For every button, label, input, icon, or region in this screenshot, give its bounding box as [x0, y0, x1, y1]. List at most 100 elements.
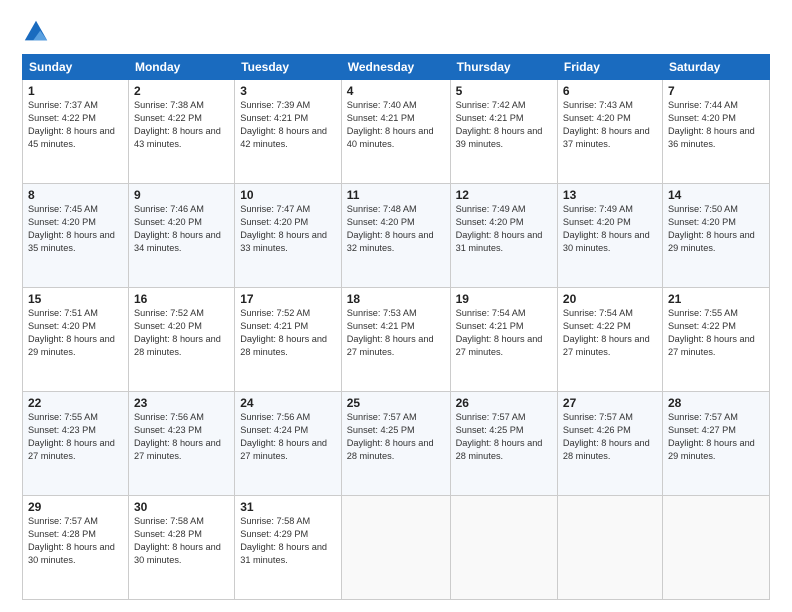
calendar-week-row: 1 Sunrise: 7:37 AM Sunset: 4:22 PM Dayli…: [23, 80, 770, 184]
calendar-cell: 11 Sunrise: 7:48 AM Sunset: 4:20 PM Dayl…: [341, 184, 450, 288]
day-number: 31: [240, 500, 336, 514]
calendar-cell: 21 Sunrise: 7:55 AM Sunset: 4:22 PM Dayl…: [662, 288, 769, 392]
weekday-header-row: SundayMondayTuesdayWednesdayThursdayFrid…: [23, 55, 770, 80]
day-number: 2: [134, 84, 229, 98]
day-number: 26: [456, 396, 552, 410]
calendar-week-row: 29 Sunrise: 7:57 AM Sunset: 4:28 PM Dayl…: [23, 496, 770, 600]
day-info: Sunrise: 7:55 AM Sunset: 4:23 PM Dayligh…: [28, 411, 123, 463]
calendar-cell: 3 Sunrise: 7:39 AM Sunset: 4:21 PM Dayli…: [235, 80, 342, 184]
day-number: 27: [563, 396, 657, 410]
day-info: Sunrise: 7:45 AM Sunset: 4:20 PM Dayligh…: [28, 203, 123, 255]
day-number: 8: [28, 188, 123, 202]
day-number: 28: [668, 396, 764, 410]
day-number: 5: [456, 84, 552, 98]
day-number: 3: [240, 84, 336, 98]
day-info: Sunrise: 7:42 AM Sunset: 4:21 PM Dayligh…: [456, 99, 552, 151]
calendar-cell: 18 Sunrise: 7:53 AM Sunset: 4:21 PM Dayl…: [341, 288, 450, 392]
weekday-header-wednesday: Wednesday: [341, 55, 450, 80]
calendar-cell: 8 Sunrise: 7:45 AM Sunset: 4:20 PM Dayli…: [23, 184, 129, 288]
calendar-cell: 1 Sunrise: 7:37 AM Sunset: 4:22 PM Dayli…: [23, 80, 129, 184]
calendar-cell: 20 Sunrise: 7:54 AM Sunset: 4:22 PM Dayl…: [557, 288, 662, 392]
calendar-cell: 25 Sunrise: 7:57 AM Sunset: 4:25 PM Dayl…: [341, 392, 450, 496]
calendar-week-row: 15 Sunrise: 7:51 AM Sunset: 4:20 PM Dayl…: [23, 288, 770, 392]
day-number: 20: [563, 292, 657, 306]
day-info: Sunrise: 7:56 AM Sunset: 4:24 PM Dayligh…: [240, 411, 336, 463]
calendar-cell: 29 Sunrise: 7:57 AM Sunset: 4:28 PM Dayl…: [23, 496, 129, 600]
calendar-table: SundayMondayTuesdayWednesdayThursdayFrid…: [22, 54, 770, 600]
calendar-cell: 14 Sunrise: 7:50 AM Sunset: 4:20 PM Dayl…: [662, 184, 769, 288]
day-info: Sunrise: 7:56 AM Sunset: 4:23 PM Dayligh…: [134, 411, 229, 463]
calendar-cell: 28 Sunrise: 7:57 AM Sunset: 4:27 PM Dayl…: [662, 392, 769, 496]
calendar-cell: 9 Sunrise: 7:46 AM Sunset: 4:20 PM Dayli…: [128, 184, 234, 288]
day-info: Sunrise: 7:50 AM Sunset: 4:20 PM Dayligh…: [668, 203, 764, 255]
calendar-cell: 19 Sunrise: 7:54 AM Sunset: 4:21 PM Dayl…: [450, 288, 557, 392]
calendar-cell: 22 Sunrise: 7:55 AM Sunset: 4:23 PM Dayl…: [23, 392, 129, 496]
day-number: 4: [347, 84, 445, 98]
weekday-header-friday: Friday: [557, 55, 662, 80]
day-info: Sunrise: 7:58 AM Sunset: 4:28 PM Dayligh…: [134, 515, 229, 567]
day-number: 29: [28, 500, 123, 514]
day-info: Sunrise: 7:44 AM Sunset: 4:20 PM Dayligh…: [668, 99, 764, 151]
day-info: Sunrise: 7:54 AM Sunset: 4:22 PM Dayligh…: [563, 307, 657, 359]
calendar-cell: 23 Sunrise: 7:56 AM Sunset: 4:23 PM Dayl…: [128, 392, 234, 496]
calendar-cell: 4 Sunrise: 7:40 AM Sunset: 4:21 PM Dayli…: [341, 80, 450, 184]
day-number: 21: [668, 292, 764, 306]
day-info: Sunrise: 7:54 AM Sunset: 4:21 PM Dayligh…: [456, 307, 552, 359]
calendar-cell: 2 Sunrise: 7:38 AM Sunset: 4:22 PM Dayli…: [128, 80, 234, 184]
weekday-header-sunday: Sunday: [23, 55, 129, 80]
day-number: 17: [240, 292, 336, 306]
day-info: Sunrise: 7:51 AM Sunset: 4:20 PM Dayligh…: [28, 307, 123, 359]
day-number: 14: [668, 188, 764, 202]
day-number: 25: [347, 396, 445, 410]
day-number: 15: [28, 292, 123, 306]
calendar-cell: 6 Sunrise: 7:43 AM Sunset: 4:20 PM Dayli…: [557, 80, 662, 184]
day-info: Sunrise: 7:46 AM Sunset: 4:20 PM Dayligh…: [134, 203, 229, 255]
calendar-cell: 12 Sunrise: 7:49 AM Sunset: 4:20 PM Dayl…: [450, 184, 557, 288]
day-number: 11: [347, 188, 445, 202]
calendar-cell: [341, 496, 450, 600]
calendar-week-row: 8 Sunrise: 7:45 AM Sunset: 4:20 PM Dayli…: [23, 184, 770, 288]
day-info: Sunrise: 7:57 AM Sunset: 4:26 PM Dayligh…: [563, 411, 657, 463]
day-info: Sunrise: 7:57 AM Sunset: 4:25 PM Dayligh…: [347, 411, 445, 463]
calendar-cell: 5 Sunrise: 7:42 AM Sunset: 4:21 PM Dayli…: [450, 80, 557, 184]
page: SundayMondayTuesdayWednesdayThursdayFrid…: [0, 0, 792, 612]
day-info: Sunrise: 7:53 AM Sunset: 4:21 PM Dayligh…: [347, 307, 445, 359]
calendar-cell: 26 Sunrise: 7:57 AM Sunset: 4:25 PM Dayl…: [450, 392, 557, 496]
calendar-cell: 31 Sunrise: 7:58 AM Sunset: 4:29 PM Dayl…: [235, 496, 342, 600]
calendar-cell: 17 Sunrise: 7:52 AM Sunset: 4:21 PM Dayl…: [235, 288, 342, 392]
header: [22, 18, 770, 46]
calendar-cell: [557, 496, 662, 600]
day-info: Sunrise: 7:52 AM Sunset: 4:20 PM Dayligh…: [134, 307, 229, 359]
day-info: Sunrise: 7:55 AM Sunset: 4:22 PM Dayligh…: [668, 307, 764, 359]
calendar-cell: 27 Sunrise: 7:57 AM Sunset: 4:26 PM Dayl…: [557, 392, 662, 496]
day-number: 18: [347, 292, 445, 306]
calendar-cell: 24 Sunrise: 7:56 AM Sunset: 4:24 PM Dayl…: [235, 392, 342, 496]
weekday-header-monday: Monday: [128, 55, 234, 80]
calendar-cell: [450, 496, 557, 600]
day-info: Sunrise: 7:47 AM Sunset: 4:20 PM Dayligh…: [240, 203, 336, 255]
weekday-header-thursday: Thursday: [450, 55, 557, 80]
day-number: 1: [28, 84, 123, 98]
day-number: 23: [134, 396, 229, 410]
day-info: Sunrise: 7:52 AM Sunset: 4:21 PM Dayligh…: [240, 307, 336, 359]
day-info: Sunrise: 7:58 AM Sunset: 4:29 PM Dayligh…: [240, 515, 336, 567]
day-info: Sunrise: 7:38 AM Sunset: 4:22 PM Dayligh…: [134, 99, 229, 151]
day-number: 19: [456, 292, 552, 306]
day-number: 22: [28, 396, 123, 410]
calendar-week-row: 22 Sunrise: 7:55 AM Sunset: 4:23 PM Dayl…: [23, 392, 770, 496]
calendar-cell: 30 Sunrise: 7:58 AM Sunset: 4:28 PM Dayl…: [128, 496, 234, 600]
day-info: Sunrise: 7:57 AM Sunset: 4:27 PM Dayligh…: [668, 411, 764, 463]
day-number: 10: [240, 188, 336, 202]
calendar-cell: 10 Sunrise: 7:47 AM Sunset: 4:20 PM Dayl…: [235, 184, 342, 288]
day-number: 6: [563, 84, 657, 98]
day-info: Sunrise: 7:57 AM Sunset: 4:28 PM Dayligh…: [28, 515, 123, 567]
day-info: Sunrise: 7:37 AM Sunset: 4:22 PM Dayligh…: [28, 99, 123, 151]
day-info: Sunrise: 7:39 AM Sunset: 4:21 PM Dayligh…: [240, 99, 336, 151]
weekday-header-tuesday: Tuesday: [235, 55, 342, 80]
day-info: Sunrise: 7:49 AM Sunset: 4:20 PM Dayligh…: [563, 203, 657, 255]
logo-icon: [22, 18, 50, 46]
day-number: 24: [240, 396, 336, 410]
day-info: Sunrise: 7:43 AM Sunset: 4:20 PM Dayligh…: [563, 99, 657, 151]
calendar-cell: [662, 496, 769, 600]
calendar-cell: 13 Sunrise: 7:49 AM Sunset: 4:20 PM Dayl…: [557, 184, 662, 288]
